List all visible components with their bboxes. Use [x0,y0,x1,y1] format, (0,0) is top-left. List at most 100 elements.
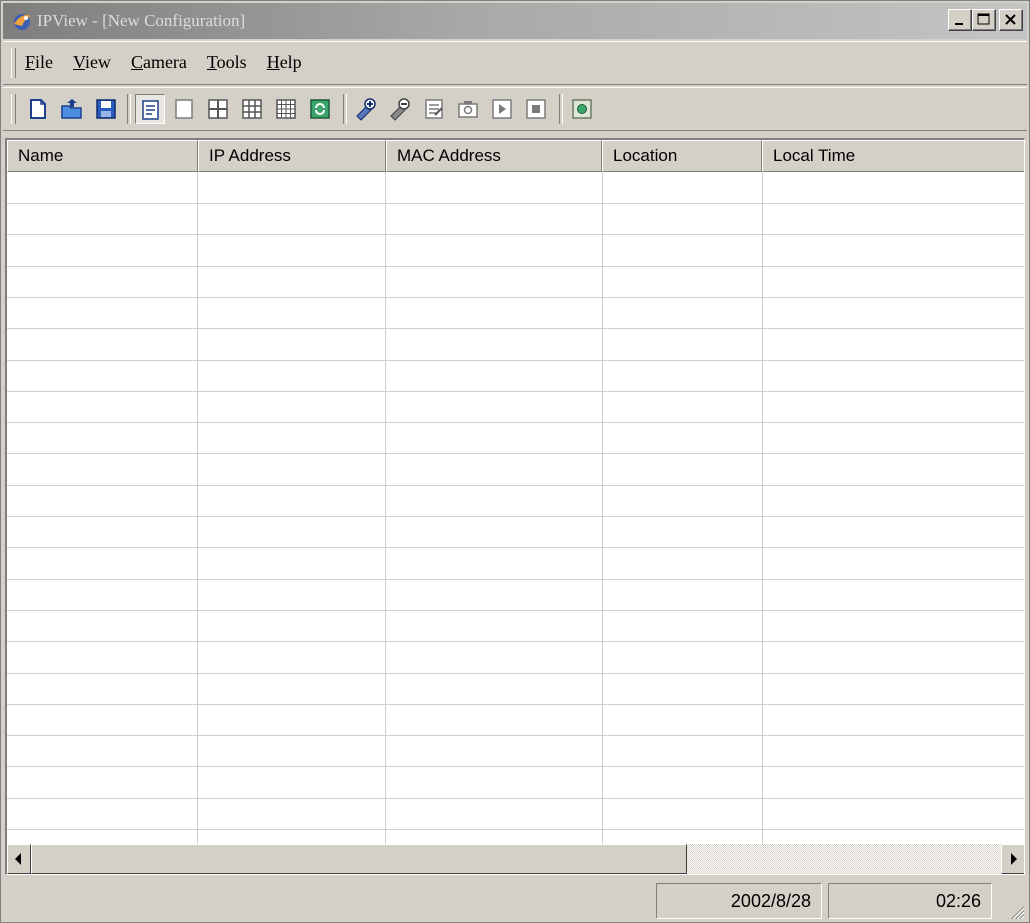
toolbar-separator [127,94,131,124]
refresh-button[interactable] [305,94,335,124]
save-button[interactable] [91,94,121,124]
grid-row-line [7,579,1024,580]
grid-row-line [7,735,1024,736]
menu-view[interactable]: View [73,52,111,73]
grid-row-line [7,485,1024,486]
menu-help-label: elp [279,52,302,72]
sixteen-view-icon [276,99,296,119]
play-button[interactable] [487,94,517,124]
menu-bar: File View Camera Tools Help [3,41,1027,85]
add-camera-icon [356,98,376,121]
menu-camera-label: amera [142,52,187,72]
snapshot-icon [458,101,478,118]
resize-grip-icon[interactable] [1007,902,1025,920]
camera-properties-button[interactable] [419,94,449,124]
menu-view-label: iew [84,52,111,72]
minimize-icon [955,23,963,25]
status-bar: 2002/8/28 02:26 [3,879,1027,922]
single-view-icon [175,99,193,119]
grid-row-line [7,704,1024,705]
close-icon [1005,14,1016,25]
grid-column-line [197,172,198,844]
menu-tools-accel: T [206,52,217,72]
open-button[interactable] [57,94,87,124]
open-folder-icon [61,99,82,119]
nine-view-icon [242,99,262,119]
toolbar-separator [559,94,563,124]
grid-row-line [7,297,1024,298]
scroll-right-button[interactable] [1001,844,1024,874]
caption-buttons [948,9,1023,31]
window-title: IPView - [New Configuration] [37,11,246,30]
grid-row-line [7,360,1024,361]
grid-row-line [7,673,1024,674]
grid-row-line [7,422,1024,423]
new-button[interactable] [23,94,53,124]
new-file-icon [30,99,46,119]
horizontal-scrollbar[interactable] [7,844,1024,874]
snapshot-button[interactable] [453,94,483,124]
title-bar[interactable]: IPView - [New Configuration] [3,3,1027,39]
maximize-button[interactable] [972,9,996,31]
menu-grip[interactable] [11,48,16,78]
nine-view-button[interactable] [237,94,267,124]
menu-help-accel: H [266,52,280,72]
scroll-left-button[interactable] [7,844,31,874]
menu-tools[interactable]: Tools [207,52,247,73]
status-time: 02:26 [828,883,992,919]
add-camera-button[interactable] [351,94,381,124]
list-body[interactable] [7,172,1024,844]
refresh-icon [310,99,330,119]
play-icon [492,99,512,119]
grid-row-line [7,641,1024,642]
close-button[interactable] [999,9,1023,31]
quad-view-button[interactable] [203,94,233,124]
grid-row-line [7,610,1024,611]
minimize-button[interactable] [948,9,972,31]
menu-file-label: ile [35,52,54,72]
column-header-location[interactable]: Location [602,140,762,172]
grid-column-line [602,172,603,844]
save-disk-icon [96,99,116,119]
scroll-thumb[interactable] [31,844,687,874]
toolbar-grip[interactable] [11,94,16,124]
column-header-mac-address[interactable]: MAC Address [386,140,602,172]
about-icon [572,99,592,119]
menu-file[interactable]: File [25,52,53,73]
arrow-right-icon [1011,853,1017,865]
arrow-left-icon [15,853,21,865]
menu-camera[interactable]: Camera [131,52,187,73]
grid-row-line [7,453,1024,454]
single-view-button[interactable] [169,94,199,124]
column-header-name[interactable]: Name [7,140,198,172]
remove-camera-icon [390,98,410,121]
grid-row-line [7,766,1024,767]
grid-row-line [7,798,1024,799]
grid-row-line [7,829,1024,830]
toolbar [3,87,1027,131]
sixteen-view-button[interactable] [271,94,301,124]
menu-help[interactable]: Help [267,52,302,73]
maximize-icon [977,13,990,25]
list-header: Name IP Address MAC Address Location Loc… [7,140,1024,172]
about-button[interactable] [567,94,597,124]
ipview-app-icon[interactable] [11,10,33,32]
quad-view-icon [208,99,228,119]
grid-column-line [385,172,386,844]
grid-column-line [762,172,763,844]
column-header-local-time[interactable]: Local Time [762,140,1024,172]
grid-row-line [7,391,1024,392]
grid-row-line [7,547,1024,548]
remove-camera-button[interactable] [385,94,415,124]
camera-list[interactable]: Name IP Address MAC Address Location Loc… [5,138,1025,875]
menu-file-accel: F [25,52,36,72]
menu-tools-label: ools [216,52,247,72]
camera-properties-icon [425,99,443,119]
status-date: 2002/8/28 [656,883,822,919]
stop-button[interactable] [521,94,551,124]
column-header-ip-address[interactable]: IP Address [198,140,386,172]
menu-view-accel: V [73,52,85,72]
list-view-button[interactable] [135,94,165,124]
grid-row-line [7,203,1024,204]
toolbar-separator [343,94,347,124]
